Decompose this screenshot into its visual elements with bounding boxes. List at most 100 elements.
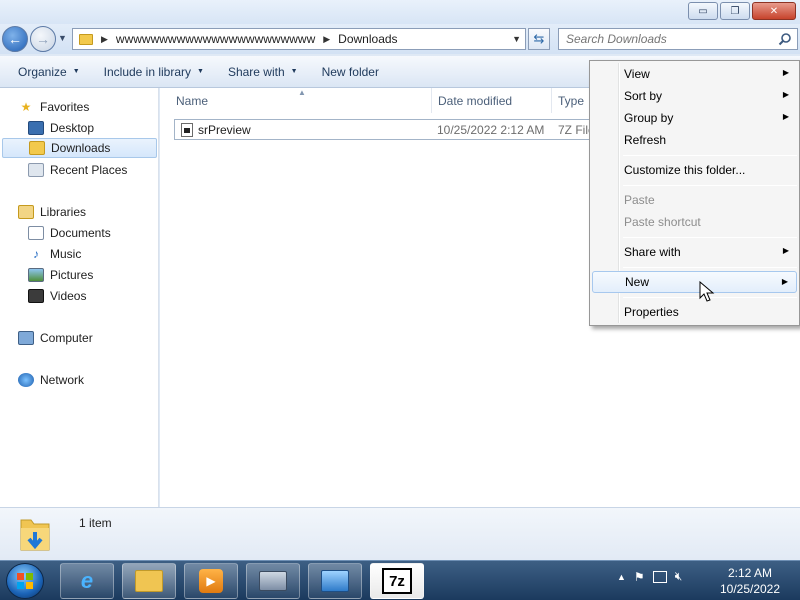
- sidebar-item-label: Recent Places: [50, 163, 128, 177]
- breadcrumb-user[interactable]: wwwwwwwwwwwwwwwwwwwwwww: [116, 32, 315, 46]
- sidebar-item-label: Favorites: [40, 100, 90, 114]
- maximize-icon: ❐: [730, 5, 740, 17]
- desktop-icon: [28, 121, 44, 135]
- sidebar-item-videos[interactable]: Videos: [28, 286, 156, 306]
- breadcrumb-downloads[interactable]: Downloads: [338, 32, 397, 46]
- menu-item-label: View: [624, 67, 650, 81]
- file-date-modified: 10/25/2022 2:12 AM: [437, 122, 545, 137]
- search-box[interactable]: [558, 28, 798, 50]
- menu-item-label: Sort by: [624, 89, 663, 103]
- sidebar-item-recent-places[interactable]: Recent Places: [28, 160, 156, 180]
- new-folder-button[interactable]: New folder: [310, 58, 391, 86]
- sidebar-item-libraries[interactable]: Libraries: [18, 202, 176, 222]
- table-row[interactable]: srPreview 10/25/2022 2:12 AM 7Z File: [174, 119, 614, 140]
- menu-item-label: Refresh: [624, 133, 667, 147]
- minimize-button[interactable]: ▭: [688, 2, 718, 20]
- recent-pages-dropdown[interactable]: ▼: [58, 33, 67, 43]
- sidebar-item-computer[interactable]: Computer: [18, 328, 176, 348]
- search-icon[interactable]: [778, 32, 792, 46]
- context-menu: View ▶ Sort by ▶ Group by ▶ Refresh Customi…: [589, 60, 800, 326]
- pictures-icon: [28, 268, 44, 282]
- media-player-icon: ▶: [199, 569, 223, 593]
- menu-item-share-with[interactable]: Share with ▶: [592, 241, 797, 263]
- menu-item-sort-by[interactable]: Sort by ▶: [592, 85, 797, 107]
- item-count: 1 item: [79, 516, 112, 530]
- column-header-date-modified[interactable]: Date modified: [432, 88, 552, 113]
- sidebar-item-label: Pictures: [50, 268, 94, 282]
- file-name: srPreview: [198, 122, 251, 137]
- new-folder-label: New folder: [321, 64, 379, 79]
- menu-separator: [623, 185, 797, 186]
- action-center-flag-icon[interactable]: ⚑: [634, 570, 645, 584]
- sidebar-item-label: Music: [50, 247, 82, 261]
- clock-date: 10/25/2022: [719, 582, 781, 596]
- back-button[interactable]: ←: [2, 26, 28, 52]
- maximize-button[interactable]: ❐: [720, 2, 750, 20]
- folder-icon: [79, 33, 93, 45]
- menu-item-paste: Paste: [592, 189, 797, 211]
- downloads-folder-icon: [20, 519, 50, 551]
- menu-item-properties[interactable]: Properties: [592, 301, 797, 323]
- back-arrow-icon: ←: [8, 31, 22, 47]
- search-input[interactable]: [566, 32, 766, 46]
- menu-item-label: Customize this folder...: [624, 163, 746, 177]
- taskbar-windows-explorer[interactable]: [122, 563, 176, 599]
- taskbar-7zip[interactable]: 7z: [370, 563, 424, 599]
- include-in-library-button[interactable]: Include in library ▼: [92, 58, 216, 86]
- share-with-button[interactable]: Share with ▼: [216, 58, 310, 86]
- address-dropdown-icon[interactable]: ▼: [512, 34, 521, 44]
- taskbar-media-player[interactable]: ▶: [184, 563, 238, 599]
- sidebar-item-label: Network: [40, 373, 85, 387]
- menu-item-label: Group by: [624, 111, 674, 125]
- menu-separator: [623, 237, 797, 238]
- refresh-icon: ⇆: [533, 31, 545, 46]
- start-button[interactable]: [6, 563, 44, 599]
- seven-zip-icon: 7z: [382, 568, 412, 594]
- sidebar-item-label: Computer: [40, 331, 93, 345]
- taskbar-network-app[interactable]: [246, 563, 300, 599]
- sidebar-item-network[interactable]: Network: [18, 370, 176, 390]
- minimize-icon: ▭: [698, 5, 708, 17]
- address-row: ← → ▼ ▶ wwwwwwwwwwwwwwwwwwwwwww ▶ Downlo…: [0, 24, 800, 54]
- menu-item-view[interactable]: View ▶: [592, 63, 797, 85]
- address-bar[interactable]: ▶ wwwwwwwwwwwwwwwwwwwwwww ▶ Downloads ▼: [72, 28, 526, 50]
- internet-explorer-icon: e: [80, 568, 94, 593]
- network-status-icon[interactable]: [652, 570, 667, 583]
- submenu-arrow-icon: ▶: [781, 277, 788, 286]
- sidebar-item-pictures[interactable]: Pictures: [28, 265, 156, 285]
- show-hidden-icons-icon[interactable]: ▲: [617, 572, 626, 582]
- submenu-arrow-icon: ▶: [782, 112, 789, 121]
- menu-item-refresh[interactable]: Refresh: [592, 129, 797, 151]
- mouse-cursor-icon: [699, 281, 715, 302]
- chevron-right-icon[interactable]: ▶: [323, 34, 330, 45]
- chevron-down-icon: ▼: [197, 68, 204, 75]
- sidebar-item-desktop[interactable]: Desktop: [28, 118, 156, 138]
- refresh-button[interactable]: ⇆: [528, 28, 550, 50]
- forward-arrow-icon: →: [36, 31, 50, 47]
- chevron-right-icon[interactable]: ▶: [101, 34, 108, 45]
- sidebar-item-documents[interactable]: Documents: [28, 223, 156, 243]
- chevron-down-icon: ▼: [72, 68, 80, 75]
- volume-muted-icon[interactable]: 🔇︎: [675, 569, 683, 584]
- sidebar-item-favorites[interactable]: ★ Favorites: [18, 97, 176, 117]
- forward-button[interactable]: →: [30, 26, 56, 52]
- sort-ascending-icon: ▲: [298, 88, 306, 97]
- menu-item-customize-folder[interactable]: Customize this folder...: [592, 159, 797, 181]
- sidebar-item-downloads[interactable]: Downloads: [2, 138, 157, 158]
- details-pane: 1 item: [0, 507, 800, 560]
- organize-button[interactable]: Organize ▼: [6, 58, 92, 86]
- downloads-folder-icon: [29, 141, 45, 155]
- clock[interactable]: 2:12 AM 10/25/2022: [708, 565, 792, 597]
- column-header-label: Type: [558, 93, 585, 108]
- sidebar-item-music[interactable]: ♪ Music: [28, 244, 156, 264]
- menu-item-group-by[interactable]: Group by ▶: [592, 107, 797, 129]
- close-button[interactable]: ✕: [752, 2, 796, 20]
- menu-item-label: New: [625, 275, 650, 289]
- column-header-type[interactable]: Type: [552, 88, 592, 113]
- menu-item-new[interactable]: New ▶: [592, 271, 797, 293]
- taskbar-internet-explorer[interactable]: e: [60, 563, 114, 599]
- windows-logo-icon: [17, 573, 33, 589]
- taskbar-control-panel[interactable]: [308, 563, 362, 599]
- column-header-name[interactable]: Name: [160, 88, 432, 113]
- music-icon: ♪: [33, 247, 39, 261]
